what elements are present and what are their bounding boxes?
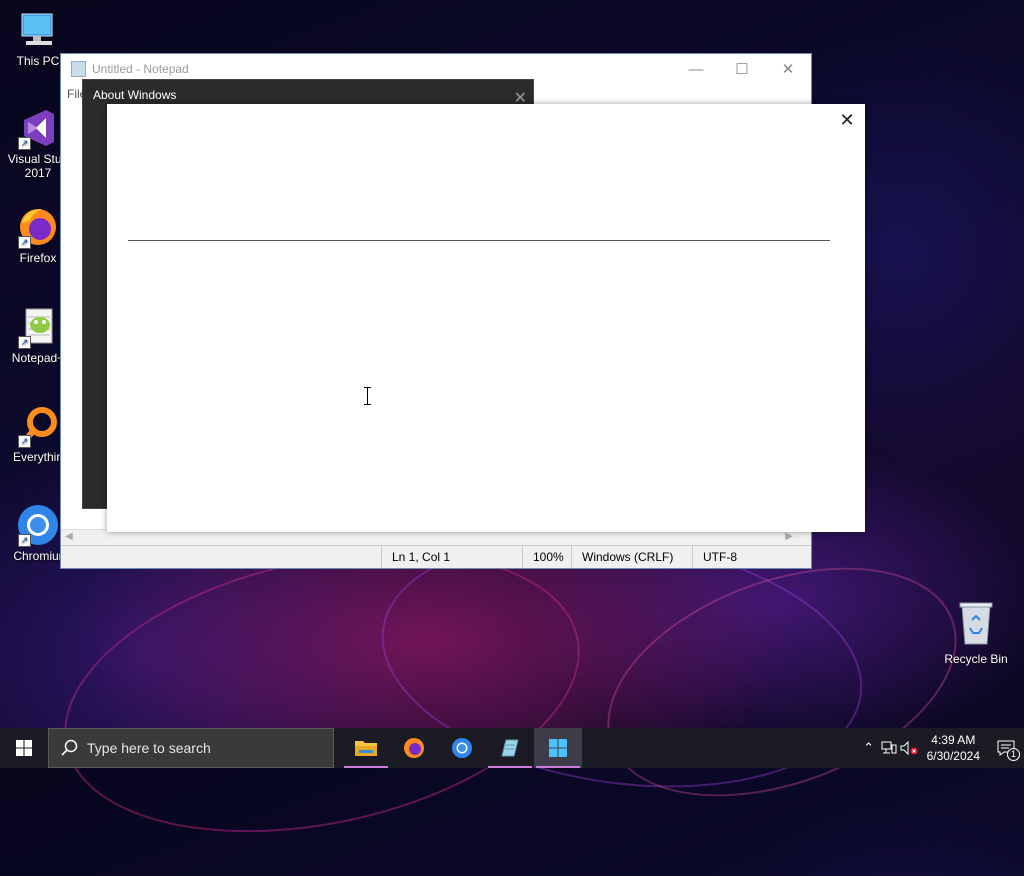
search-placeholder: Type here to search: [87, 740, 211, 756]
shortcut-arrow-icon: ↗: [18, 534, 31, 547]
chromium-icon: [452, 738, 472, 758]
visual-studio-icon: ↗: [16, 106, 60, 150]
taskbar-about-windows[interactable]: [534, 728, 582, 768]
status-line-ending: Windows (CRLF): [571, 546, 692, 568]
windows-logo-icon: [16, 740, 32, 756]
status-zoom: 100%: [522, 546, 571, 568]
status-position: Ln 1, Col 1: [381, 546, 522, 568]
folder-icon: [355, 741, 377, 756]
window-title: Untitled - Notepad: [92, 62, 189, 76]
recycle-bin-icon: [954, 600, 998, 648]
notification-count: 1: [1007, 748, 1020, 761]
action-center-button[interactable]: 1: [988, 728, 1024, 768]
desktop-icon-label: Recycle Bin: [944, 652, 1008, 666]
scroll-left-icon[interactable]: ◀: [65, 531, 73, 542]
shortcut-arrow-icon: ↗: [18, 435, 31, 448]
blank-dialog[interactable]: ✕: [107, 104, 865, 532]
desktop-icon-recycle-bin[interactable]: Recycle Bin: [938, 600, 1014, 666]
clock[interactable]: 4:39 AM 6/30/2024: [919, 732, 988, 764]
windows-logo-icon: [549, 739, 567, 757]
taskbar-search-box[interactable]: Type here to search: [48, 728, 334, 768]
notepad-plus-icon: ↗: [16, 305, 60, 349]
dialog-close-button[interactable]: ✕: [837, 110, 857, 130]
volume-muted-icon[interactable]: [899, 738, 919, 758]
close-button[interactable]: ✕: [765, 54, 811, 84]
clock-date: 6/30/2024: [926, 749, 980, 763]
notepad-app-icon: [71, 61, 86, 77]
firefox-icon: ↗: [16, 205, 60, 249]
status-encoding: UTF-8: [692, 546, 793, 568]
status-bar: Ln 1, Col 1 100% Windows (CRLF) UTF-8: [61, 545, 811, 568]
taskbar-chromium[interactable]: [438, 728, 486, 768]
about-titlebar[interactable]: About Windows ✕: [83, 80, 533, 107]
firefox-icon: [404, 738, 424, 758]
notepad-icon: [501, 739, 519, 757]
text-cursor-icon: [363, 387, 373, 405]
status-spacer: [61, 546, 381, 568]
taskbar-file-explorer[interactable]: [342, 728, 390, 768]
computer-icon: [16, 8, 60, 52]
minimize-button[interactable]: —: [673, 54, 719, 84]
shortcut-arrow-icon: ↗: [18, 137, 31, 150]
taskbar-notepad[interactable]: [486, 728, 534, 768]
chromium-icon: ↗: [16, 503, 60, 547]
maximize-button[interactable]: ☐: [719, 54, 765, 84]
everything-search-icon: ↗: [16, 404, 60, 448]
clock-time: 4:39 AM: [931, 733, 976, 747]
start-button[interactable]: [0, 728, 48, 768]
system-tray: ⌃ 4:39 AM 6/30/2024 1: [859, 728, 1024, 768]
scroll-right-icon[interactable]: ▶: [785, 531, 793, 542]
divider: [128, 240, 830, 241]
taskbar-firefox[interactable]: [390, 728, 438, 768]
shortcut-arrow-icon: ↗: [18, 236, 31, 249]
about-title: About Windows: [93, 88, 177, 102]
chevron-up-icon[interactable]: ⌃: [859, 738, 879, 758]
taskbar: Type here to search ⌃ 4:39 AM 6/30/2024 …: [0, 728, 1024, 768]
shortcut-arrow-icon: ↗: [18, 336, 31, 349]
search-icon: [61, 739, 79, 757]
network-icon[interactable]: [879, 738, 899, 758]
